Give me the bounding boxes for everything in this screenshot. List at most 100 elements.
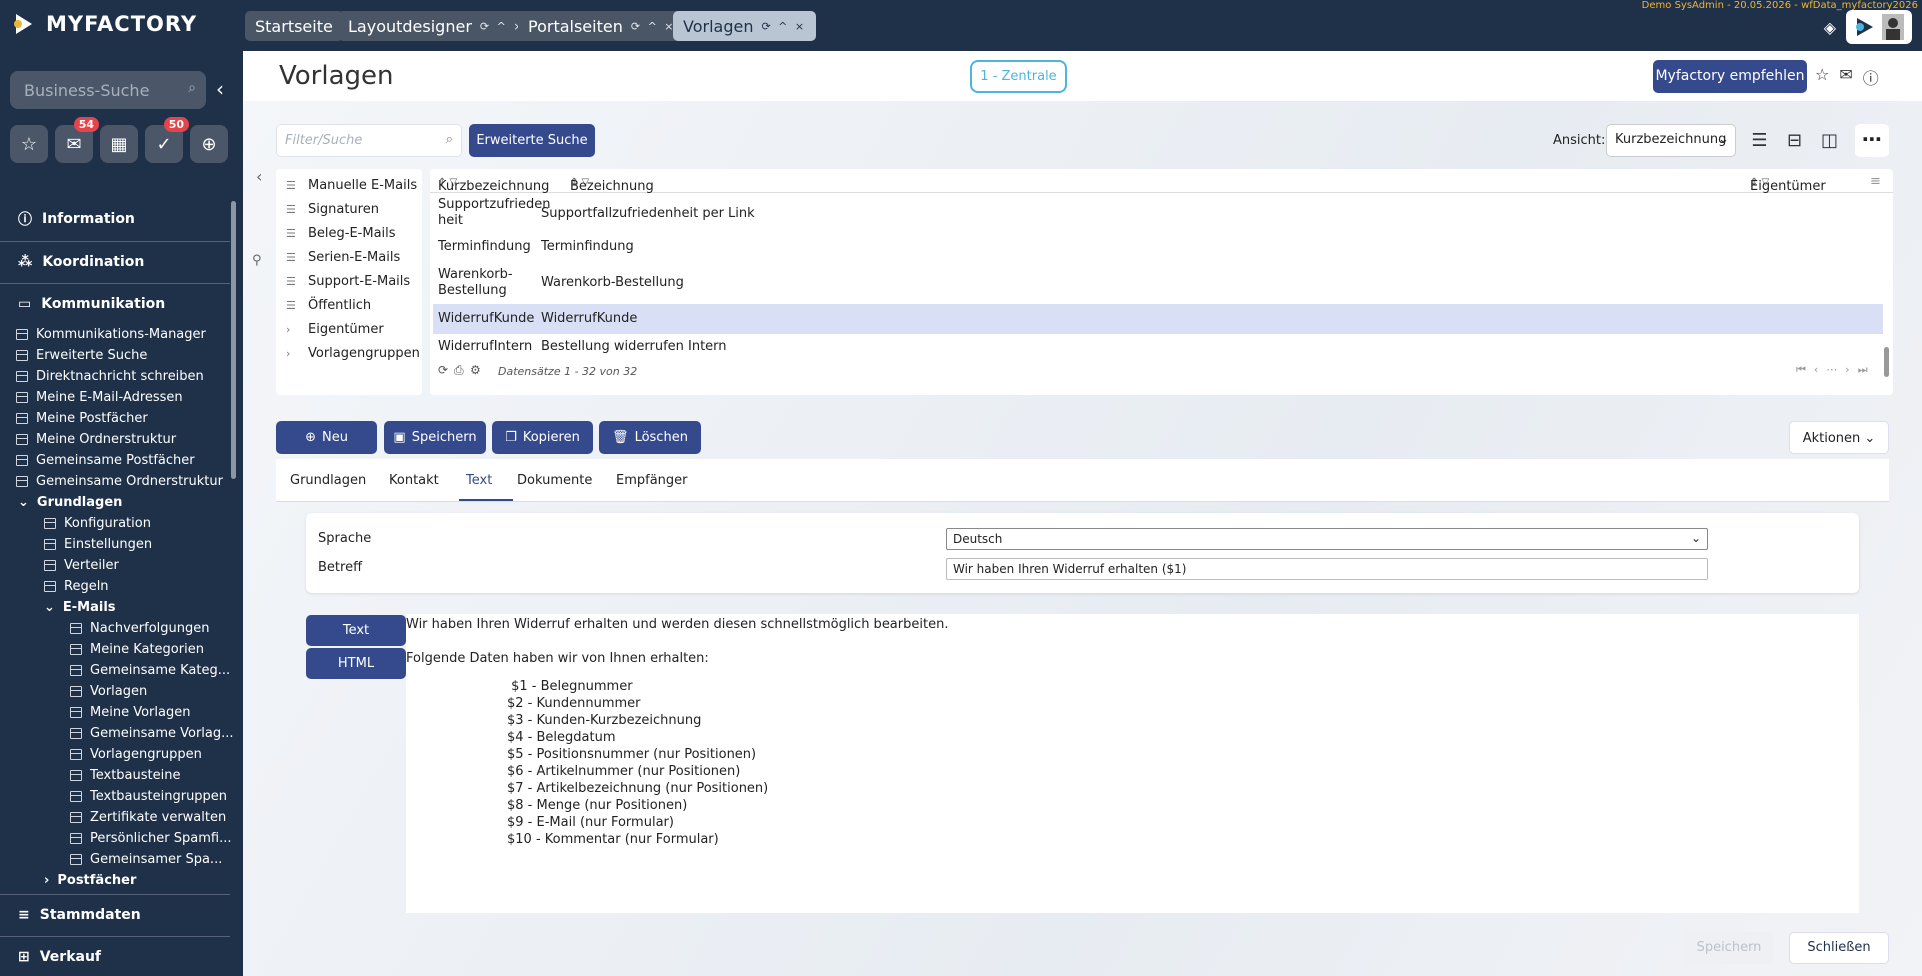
print-icon[interactable]: ⎙ <box>454 363 464 378</box>
sidebar-item-erweiterte-suche[interactable]: Erweiterte Suche <box>16 345 147 366</box>
settings-icon[interactable]: ⚙ <box>470 363 481 377</box>
tasks-button[interactable]: ✓ 50 <box>145 117 189 163</box>
actions-dropdown[interactable]: Aktionen ⌄ <box>1789 421 1889 454</box>
filter-settings-icon[interactable]: ⚲ <box>252 253 262 268</box>
sidebar-item-gemeinsame-kategorien[interactable]: Gemeinsame Kateg... <box>70 660 230 681</box>
sidebar-scrollbar[interactable] <box>231 201 236 479</box>
sidebar-item-verteiler[interactable]: Verteiler <box>44 555 119 576</box>
layers-icon[interactable]: ◈ <box>1824 18 1836 37</box>
column-kurzbezeichnung[interactable]: Kurzbezeichnung ↑ ▽ <box>438 174 549 194</box>
section-stammdaten[interactable]: ≡ Stammdaten <box>0 894 230 934</box>
save-button[interactable]: ▣ Speichern <box>384 421 486 454</box>
html-mode-button[interactable]: HTML <box>306 648 406 679</box>
close-button[interactable]: Schließen <box>1789 932 1889 964</box>
favorites-button[interactable]: ☆ <box>10 125 48 163</box>
section-koordination[interactable]: ⁂ Koordination <box>0 241 230 281</box>
sidebar-item-vorlagengruppen[interactable]: Vorlagengruppen <box>70 744 202 765</box>
sidebar-item-direktnachricht[interactable]: Direktnachricht schreiben <box>16 366 204 387</box>
section-verkauf[interactable]: ⊞ Verkauf <box>0 936 230 976</box>
tree-item-signaturen[interactable]: ☰ Signaturen <box>276 197 422 221</box>
list-view-icon[interactable]: ☰ <box>1743 124 1776 157</box>
table-row[interactable]: WiderrufKunde WiderrufKunde <box>433 304 1883 334</box>
sidebar-item-meine-kategorien[interactable]: Meine Kategorien <box>70 639 204 660</box>
pagination[interactable]: ⏮‹⋯›⏭ <box>1796 363 1876 377</box>
text-mode-button[interactable]: Text <box>306 615 406 646</box>
column-menu-icon[interactable]: ≡ <box>1870 174 1881 189</box>
sidebar-item-email-adressen[interactable]: Meine E-Mail-Adressen <box>16 387 183 408</box>
star-icon[interactable]: ☆ <box>1815 65 1829 89</box>
search-icon[interactable]: ⌕ <box>446 132 453 147</box>
logo[interactable]: MYFACTORY <box>12 12 197 36</box>
tab-empfaenger[interactable]: Empfänger <box>616 473 688 488</box>
sidebar-group-grundlagen[interactable]: ⌄ Grundlagen <box>18 492 122 513</box>
table-row[interactable]: Supportzufriedenheit Supportfallzufrieden… <box>433 197 1883 231</box>
tab-controls[interactable]: ⟳ ^ × <box>761 20 806 33</box>
chevron-right-icon[interactable]: › <box>286 347 300 360</box>
footer-save-button[interactable]: Speichern <box>1684 932 1774 964</box>
tab-startseite[interactable]: Startseite <box>245 11 343 41</box>
sidebar-item-persoenlicher-spamfilter[interactable]: Persönlicher Spamfi... <box>70 828 232 849</box>
app-switcher[interactable] <box>1846 10 1912 44</box>
refresh-icon[interactable]: ⟳ <box>438 363 448 377</box>
sidebar-item-regeln[interactable]: Regeln <box>44 576 109 597</box>
column-bezeichnung[interactable]: Bezeichnung ↕ ▽ <box>570 174 654 194</box>
tab-kontakt[interactable]: Kontakt <box>389 473 439 488</box>
help-icon[interactable]: ⓘ <box>1863 65 1879 89</box>
sidebar-item-meine-vorlagen[interactable]: Meine Vorlagen <box>70 702 190 723</box>
table-row[interactable]: Warenkorb-Bestellung Warenkorb-Bestellung <box>433 263 1883 303</box>
split-vertical-icon[interactable]: ◫ <box>1813 124 1846 157</box>
sidebar-item-gemeinsame-postfaecher[interactable]: Gemeinsame Postfächer <box>16 450 195 471</box>
text-editor[interactable]: Wir haben Ihren Widerruf erhalten und we… <box>406 614 1859 913</box>
sidebar-item-gemeinsame-vorlagen[interactable]: Gemeinsame Vorlag... <box>70 723 234 744</box>
tree-item-eigentuemer[interactable]: › Eigentümer <box>276 317 422 341</box>
tree-item-serien-emails[interactable]: ☰ Serien-E-Mails <box>276 245 422 269</box>
collapse-tree-icon[interactable]: ‹ <box>256 167 262 186</box>
sidebar-item-postfaecher[interactable]: Meine Postfächer <box>16 408 148 429</box>
add-button[interactable]: ⊕ <box>190 125 228 163</box>
tab-grundlagen[interactable]: Grundlagen <box>290 473 366 488</box>
tree-item-vorlagengruppen[interactable]: › Vorlagengruppen <box>276 341 422 365</box>
more-options-icon[interactable]: ⋯ <box>1855 124 1889 157</box>
sprache-select[interactable]: Deutsch ⌄ <box>946 528 1708 550</box>
sidebar-item-textbausteingruppen[interactable]: Textbausteingruppen <box>70 786 227 807</box>
sidebar-group-emails[interactable]: ⌄ E-Mails <box>44 597 116 618</box>
copy-button[interactable]: ❐ Kopieren <box>492 421 593 454</box>
tab-vorlagen[interactable]: Vorlagen ⟳ ^ × <box>673 11 817 41</box>
collapse-sidebar-icon[interactable]: ‹ <box>216 77 224 101</box>
tree-item-beleg-emails[interactable]: ☰ Beleg-E-Mails <box>276 221 422 245</box>
delete-button[interactable]: 🗑 Löschen <box>599 421 701 454</box>
column-eigentuemer[interactable]: Eigentümer ↕ ▽ <box>1750 174 1826 194</box>
tab-dokumente[interactable]: Dokumente <box>517 473 592 488</box>
sidebar-item-konfiguration[interactable]: Konfiguration <box>44 513 151 534</box>
sidebar-item-vorlagen[interactable]: Vorlagen <box>70 681 147 702</box>
calendar-button[interactable]: ▦ <box>100 125 138 163</box>
sidebar-item-einstellungen[interactable]: Einstellungen <box>44 534 152 555</box>
table-row[interactable]: Terminfindung Terminfindung <box>433 233 1883 261</box>
view-select[interactable]: Kurzbezeichnung ⌄ <box>1606 124 1736 157</box>
new-button[interactable]: ⊕ Neu <box>276 421 377 454</box>
sidebar-item-gemeinsamer-spamfilter[interactable]: Gemeinsamer Spa... <box>70 849 222 870</box>
chevron-right-icon[interactable]: › <box>286 323 300 336</box>
location-button[interactable]: 1 - Zentrale <box>970 60 1067 93</box>
mail-icon[interactable]: ✉ <box>1839 65 1852 89</box>
recommend-button[interactable]: Myfactory empfehlen <box>1653 60 1807 93</box>
sidebar-item-zertifikate[interactable]: Zertifikate verwalten <box>70 807 226 828</box>
tab-portalseiten[interactable]: Portalseiten ⟳ ^ × <box>518 11 686 41</box>
tab-controls[interactable]: ⟳ ^ × <box>631 20 676 33</box>
tree-item-manuelle-emails[interactable]: ☰ Manuelle E-Mails <box>276 173 422 197</box>
sidebar-item-kommunikations-manager[interactable]: Kommunikations-Manager <box>16 324 206 345</box>
search-icon[interactable]: ⌕ <box>188 80 196 96</box>
sidebar-item-gemeinsame-ordnerstruktur[interactable]: Gemeinsame Ordnerstruktur <box>16 471 223 492</box>
tree-item-support-emails[interactable]: ☰ Support-E-Mails <box>276 269 422 293</box>
mail-button[interactable]: ✉ 54 <box>55 117 99 163</box>
business-search-input[interactable]: Business-Suche ⌕ <box>10 71 206 109</box>
betreff-field[interactable]: Wir haben Ihren Widerruf erhalten ($1) <box>946 558 1708 580</box>
advanced-search-button[interactable]: Erweiterte Suche <box>469 124 595 157</box>
filter-input[interactable]: Filter/Suche ⌕ <box>276 124 462 157</box>
tab-layoutdesigner[interactable]: Layoutdesigner ⟳ ^ × <box>338 11 535 41</box>
sidebar-group-postfaecher[interactable]: › Postfächer <box>44 870 136 891</box>
split-horizontal-icon[interactable]: ⊟ <box>1778 124 1811 157</box>
tree-item-oeffentlich[interactable]: ☰ Öffentlich <box>276 293 422 317</box>
sidebar-item-nachverfolgungen[interactable]: Nachverfolgungen <box>70 618 209 639</box>
sidebar-item-ordnerstruktur[interactable]: Meine Ordnerstruktur <box>16 429 176 450</box>
